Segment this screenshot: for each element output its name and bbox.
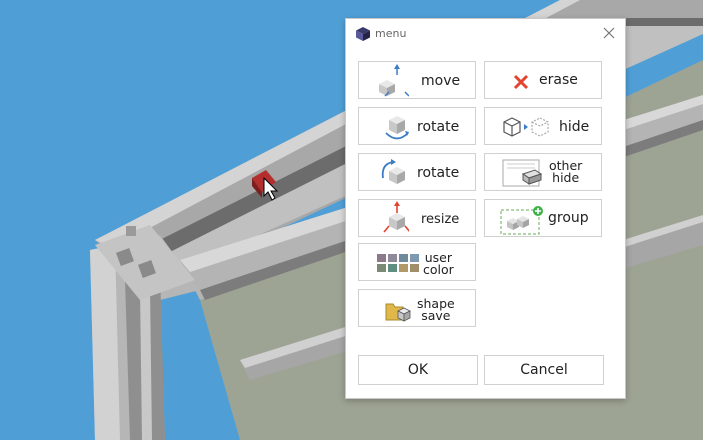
resize-button[interactable]: resize	[358, 199, 476, 237]
rotate-vertical-icon	[381, 159, 405, 184]
ok-button[interactable]: OK	[358, 355, 478, 385]
rotate-label-1: rotate	[417, 119, 460, 135]
rotate-vertical-button[interactable]: rotate	[358, 153, 476, 191]
color-swatch	[410, 264, 419, 272]
shape-save-line2: save	[421, 308, 451, 323]
move-label: move	[421, 73, 461, 89]
user-color-line2: color	[423, 262, 454, 277]
hide-button[interactable]: hide	[484, 107, 602, 145]
color-swatch	[399, 264, 408, 272]
hide-cube-icon	[503, 117, 549, 137]
group-button[interactable]: group	[484, 199, 602, 237]
color-swatch	[388, 254, 397, 262]
other-hide-button[interactable]: other hide	[484, 153, 602, 191]
move-icon	[379, 64, 409, 97]
close-icon[interactable]	[601, 25, 617, 41]
erase-x-icon	[513, 74, 529, 90]
resize-label: resize	[421, 212, 460, 227]
erase-button[interactable]: erase	[484, 61, 602, 99]
other-hide-label: other hide	[549, 159, 582, 185]
rotate-horizontal-button[interactable]: rotate	[358, 107, 476, 145]
group-label: group	[548, 210, 589, 226]
color-swatch	[399, 254, 408, 262]
rotate-horizontal-icon	[385, 116, 409, 140]
group-add-icon	[500, 206, 543, 235]
user-color-label: user color	[423, 251, 454, 277]
menu-dialog: menu move erase rotate hide rotate other…	[345, 18, 626, 399]
color-swatch	[410, 254, 419, 262]
color-swatch	[388, 264, 397, 272]
resize-icon	[383, 201, 409, 233]
folder-save-icon	[385, 303, 411, 322]
color-swatch	[377, 254, 386, 262]
titlebar: menu	[346, 19, 625, 49]
other-hide-line2: hide	[552, 170, 580, 185]
shape-save-label: shape save	[417, 297, 455, 323]
color-palette-icon	[377, 254, 419, 272]
move-button[interactable]: move	[358, 61, 476, 99]
cube-logo-icon	[356, 27, 370, 41]
user-color-button[interactable]: user color	[358, 243, 476, 281]
cancel-button[interactable]: Cancel	[484, 355, 604, 385]
shape-save-button[interactable]: shape save	[358, 289, 476, 327]
rotate-label-2: rotate	[417, 165, 460, 181]
other-hide-icon	[502, 159, 543, 187]
window-title: menu	[375, 27, 407, 40]
hide-label: hide	[559, 119, 590, 135]
color-swatch	[377, 264, 386, 272]
erase-label: erase	[539, 72, 578, 88]
